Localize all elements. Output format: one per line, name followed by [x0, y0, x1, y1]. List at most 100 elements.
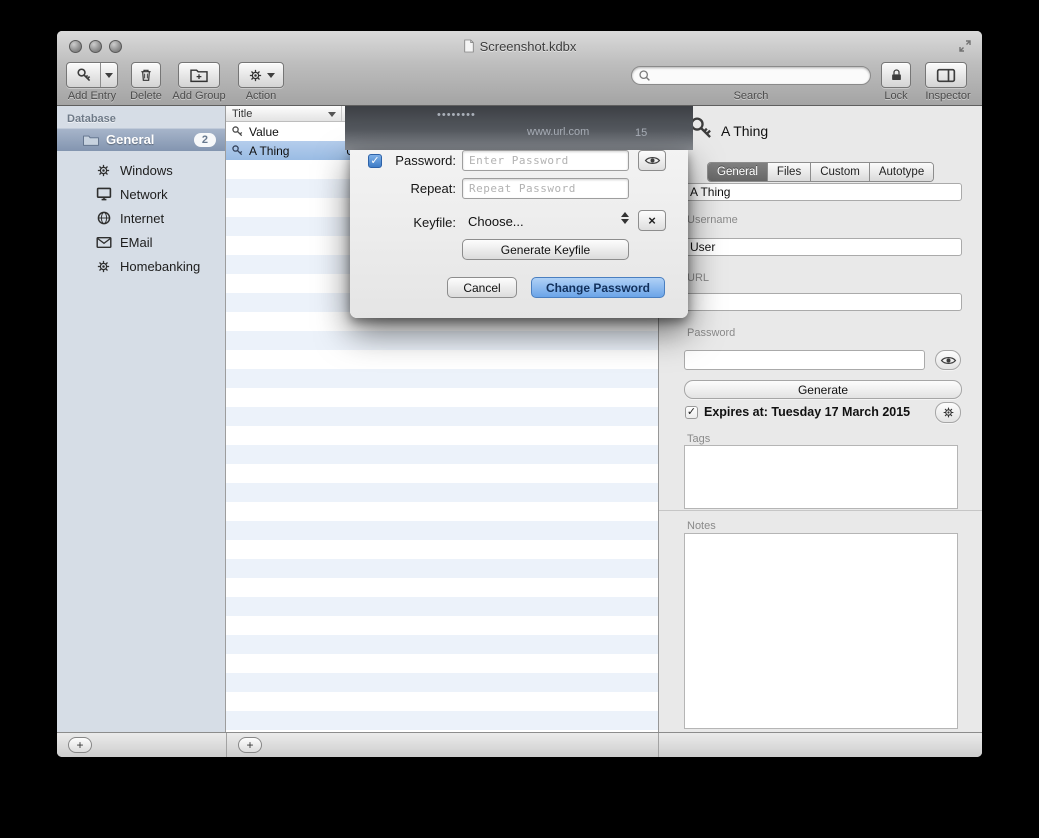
- inspector-entry-title: A Thing: [721, 123, 768, 139]
- delete-label: Delete: [130, 90, 162, 102]
- entry-title: Value: [249, 125, 279, 139]
- folder-icon: [82, 133, 100, 147]
- tab-files[interactable]: Files: [768, 163, 811, 181]
- plus-icon: +: [246, 738, 253, 752]
- lock-button[interactable]: [881, 62, 911, 88]
- list-row-empty[interactable]: [226, 654, 658, 673]
- keyfile-popup[interactable]: Choose...: [468, 214, 524, 229]
- search-label: Search: [734, 90, 769, 102]
- search-field[interactable]: [631, 66, 871, 85]
- list-row-empty[interactable]: [226, 464, 658, 483]
- list-row-empty[interactable]: [226, 407, 658, 426]
- list-row-empty[interactable]: [226, 502, 658, 521]
- inspector-tabs: General Files Custom Autotype: [707, 162, 934, 182]
- add-group-plus-button[interactable]: +: [68, 737, 92, 753]
- generate-password-button[interactable]: Generate: [684, 380, 962, 399]
- list-row-empty[interactable]: [226, 331, 658, 350]
- popup-stepper-icon[interactable]: [621, 212, 629, 224]
- sidebar-item-windows[interactable]: Windows: [57, 158, 225, 182]
- window-header: Screenshot.kdbx Add Entry Delete A: [57, 31, 982, 106]
- list-row-empty[interactable]: [226, 673, 658, 692]
- generate-keyfile-button[interactable]: Generate Keyfile: [462, 239, 629, 260]
- list-row-empty[interactable]: [226, 597, 658, 616]
- sheet-reveal-password-button[interactable]: [638, 150, 666, 171]
- change-password-button[interactable]: Change Password: [531, 277, 665, 298]
- add-entry-button[interactable]: [66, 62, 118, 88]
- list-row-empty[interactable]: [226, 521, 658, 540]
- search-input[interactable]: [655, 68, 864, 84]
- password-field[interactable]: [684, 350, 925, 370]
- change-password-sheet: •••••••• www.url.com 15 ✓ Password: Repe…: [350, 106, 688, 318]
- password-enable-checkbox[interactable]: ✓: [368, 154, 382, 168]
- inspector-label: Inspector: [925, 90, 970, 102]
- list-row-empty[interactable]: [226, 540, 658, 559]
- sidebar-item-label: Internet: [120, 211, 164, 226]
- column-divider[interactable]: [341, 106, 342, 121]
- title-field[interactable]: [684, 183, 962, 201]
- generate-keyfile-label: Generate Keyfile: [501, 243, 590, 257]
- url-field[interactable]: [684, 293, 962, 311]
- list-row-empty[interactable]: [226, 559, 658, 578]
- password-label: Password: [687, 327, 735, 339]
- cancel-button[interactable]: Cancel: [447, 277, 517, 298]
- entry-count-badge: 2: [194, 133, 216, 147]
- lock-label: Lock: [884, 90, 907, 102]
- key-icon: [231, 125, 244, 138]
- window-title-text: Screenshot.kdbx: [480, 39, 577, 54]
- sidebar-item-email[interactable]: EMail: [57, 230, 225, 254]
- notes-input[interactable]: [684, 533, 958, 729]
- add-entry-label: Add Entry: [68, 90, 116, 102]
- add-group-button[interactable]: [178, 62, 220, 88]
- list-row-empty[interactable]: [226, 388, 658, 407]
- padlock-icon: [889, 67, 904, 83]
- cancel-label: Cancel: [463, 281, 500, 295]
- sidebar-item-homebanking[interactable]: Homebanking: [57, 254, 225, 278]
- sidebar-item-label: Network: [120, 187, 168, 202]
- username-field[interactable]: [684, 238, 962, 256]
- sidebar-item-network[interactable]: Network: [57, 182, 225, 206]
- list-row-empty[interactable]: [226, 711, 658, 730]
- list-row-empty[interactable]: [226, 426, 658, 445]
- entry-title: A Thing: [249, 144, 289, 158]
- section-divider: [659, 510, 982, 511]
- sheet-password-label: Password:: [384, 153, 456, 168]
- obscured-modified-cell: 15: [635, 127, 647, 139]
- reveal-password-button[interactable]: [935, 350, 961, 370]
- tab-autotype[interactable]: Autotype: [870, 163, 933, 181]
- tab-general[interactable]: General: [708, 163, 768, 181]
- sheet-keyfile-label: Keyfile:: [384, 215, 456, 230]
- list-row-empty[interactable]: [226, 578, 658, 597]
- add-group-label: Add Group: [172, 90, 225, 102]
- globe-icon: [95, 210, 112, 227]
- sheet-password-input[interactable]: [462, 150, 629, 171]
- list-row-empty[interactable]: [226, 692, 658, 711]
- sheet-repeat-label: Repeat:: [384, 181, 456, 196]
- clear-keyfile-button[interactable]: ×: [638, 210, 666, 231]
- action-button[interactable]: [238, 62, 284, 88]
- sheet-repeat-input[interactable]: [462, 178, 629, 199]
- list-row-empty[interactable]: [226, 635, 658, 654]
- gear-icon: [248, 68, 263, 83]
- list-row-empty[interactable]: [226, 350, 658, 369]
- inspector-button[interactable]: [925, 62, 967, 88]
- column-header-title[interactable]: Title: [232, 108, 252, 120]
- tags-input[interactable]: [684, 445, 958, 509]
- delete-button[interactable]: [131, 62, 161, 88]
- notes-label: Notes: [687, 520, 716, 532]
- sidebar-item-internet[interactable]: Internet: [57, 206, 225, 230]
- list-row-empty[interactable]: [226, 369, 658, 388]
- gear-icon: [942, 406, 955, 419]
- expires-checkbox[interactable]: ✓: [685, 406, 698, 419]
- expires-settings-button[interactable]: [935, 402, 961, 423]
- sidebar-item-label: General: [106, 132, 154, 147]
- monitor-icon: [95, 186, 112, 203]
- app-window: Screenshot.kdbx Add Entry Delete A: [57, 31, 982, 757]
- fullscreen-icon[interactable]: [958, 39, 972, 53]
- list-row-empty[interactable]: [226, 483, 658, 502]
- tab-custom[interactable]: Custom: [811, 163, 870, 181]
- change-password-label: Change Password: [546, 281, 650, 295]
- list-row-empty[interactable]: [226, 616, 658, 635]
- sidebar-item-general[interactable]: General 2: [57, 128, 225, 151]
- list-row-empty[interactable]: [226, 445, 658, 464]
- add-entry-plus-button[interactable]: +: [238, 737, 262, 753]
